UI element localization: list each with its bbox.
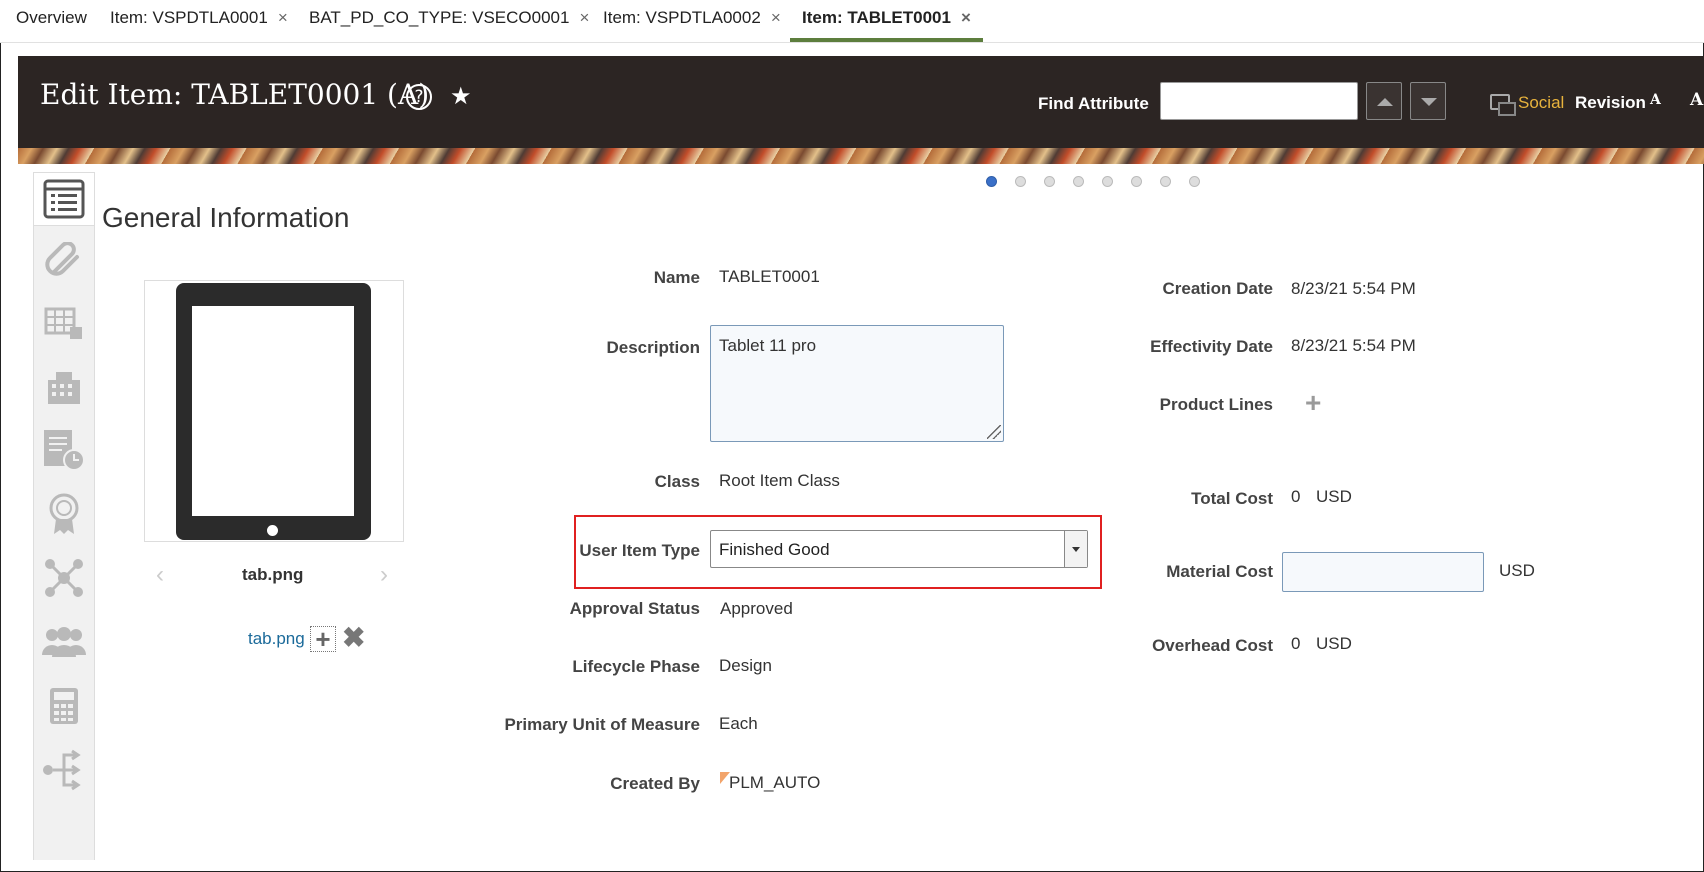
effectivity-date-label: Effectivity Date bbox=[1150, 337, 1273, 356]
total-cost-value: 0 bbox=[1291, 487, 1301, 506]
font-size-large-button[interactable]: A bbox=[1690, 90, 1703, 110]
uom-label: Primary Unit of Measure bbox=[504, 715, 700, 734]
user-item-type-value: Finished Good bbox=[719, 540, 830, 559]
close-icon[interactable]: × bbox=[579, 8, 589, 27]
structure-building-icon[interactable] bbox=[34, 362, 94, 414]
name-label: Name bbox=[653, 268, 700, 287]
lifecycle-phase-label: Lifecycle Phase bbox=[572, 657, 700, 676]
carousel-dot[interactable] bbox=[1015, 176, 1026, 187]
uom-value: Each bbox=[719, 714, 758, 733]
find-attribute-label: Find Attribute bbox=[1038, 94, 1149, 113]
user-item-type-select[interactable]: Finished Good bbox=[710, 530, 1088, 568]
help-icon[interactable]: ? bbox=[406, 84, 432, 110]
carousel-dot[interactable] bbox=[986, 176, 997, 187]
revision-button[interactable]: Revision bbox=[1575, 93, 1646, 113]
close-icon[interactable]: × bbox=[771, 8, 781, 27]
image-file-name: tab.png bbox=[242, 565, 304, 584]
tab-label: Overview bbox=[16, 8, 87, 27]
tab-label: BAT_PD_CO_TYPE: VSECO0001 bbox=[309, 8, 570, 27]
class-value: Root Item Class bbox=[719, 471, 840, 490]
tab-item-vspdtla0001[interactable]: Item: VSPDTLA0001 × bbox=[110, 0, 288, 40]
tab-overview[interactable]: Overview bbox=[16, 0, 87, 40]
chevron-right-icon[interactable]: › bbox=[380, 561, 388, 589]
item-image-frame bbox=[144, 280, 404, 542]
user-item-type-label: User Item Type bbox=[579, 541, 700, 560]
name-value: TABLET0001 bbox=[719, 267, 820, 286]
tab-label: Item: VSPDTLA0002 bbox=[603, 8, 761, 27]
carousel-dot[interactable] bbox=[1073, 176, 1084, 187]
find-next-button[interactable] bbox=[1410, 82, 1446, 120]
font-size-small-button[interactable]: A bbox=[1650, 92, 1661, 108]
total-cost-currency: USD bbox=[1316, 487, 1352, 506]
close-icon[interactable]: × bbox=[961, 8, 971, 27]
general-information-icon[interactable] bbox=[34, 172, 94, 226]
arrow-down-icon bbox=[1421, 98, 1437, 106]
total-cost-label: Total Cost bbox=[1191, 489, 1273, 508]
approval-status-label: Approval Status bbox=[569, 599, 700, 618]
quality-badge-icon[interactable] bbox=[34, 488, 94, 540]
image-file-link[interactable]: tab.png bbox=[248, 629, 305, 649]
created-by-label: Created By bbox=[610, 774, 700, 793]
creation-date-label: Creation Date bbox=[1162, 279, 1273, 298]
section-sidebar bbox=[33, 172, 95, 860]
carousel-dot[interactable] bbox=[1044, 176, 1055, 187]
close-icon[interactable]: × bbox=[278, 8, 288, 27]
description-textarea[interactable]: Tablet 11 pro bbox=[710, 325, 1004, 442]
page-header: Edit Item: TABLET0001 (A) ? ★ Find Attri… bbox=[18, 56, 1704, 148]
product-lines-label: Product Lines bbox=[1159, 395, 1273, 414]
carousel-dot[interactable] bbox=[1189, 176, 1200, 187]
description-label: Description bbox=[606, 338, 700, 357]
class-label: Class bbox=[654, 472, 700, 491]
tab-item-vspdtla0002[interactable]: Item: VSPDTLA0002 × bbox=[603, 0, 781, 40]
delete-image-icon[interactable]: ✖ bbox=[342, 624, 365, 652]
find-previous-button[interactable] bbox=[1366, 82, 1402, 120]
carousel-dot[interactable] bbox=[1160, 176, 1171, 187]
tab-item-tablet0001[interactable]: Item: TABLET0001 × bbox=[790, 0, 983, 42]
tab-label: Item: TABLET0001 bbox=[802, 8, 951, 27]
team-people-icon[interactable] bbox=[34, 616, 94, 668]
material-cost-currency: USD bbox=[1499, 561, 1535, 580]
overhead-cost-currency: USD bbox=[1316, 634, 1352, 653]
find-attribute-input[interactable] bbox=[1160, 82, 1358, 120]
favorite-star-icon[interactable]: ★ bbox=[450, 82, 472, 111]
attachment-paperclip-icon[interactable] bbox=[34, 236, 94, 288]
approval-status-value: Approved bbox=[720, 599, 793, 618]
created-by-value[interactable]: PLM_AUTO bbox=[729, 773, 820, 793]
add-image-icon[interactable]: + bbox=[310, 626, 336, 652]
dropdown-arrow-icon[interactable] bbox=[1064, 531, 1087, 567]
chevron-left-icon[interactable]: ‹ bbox=[156, 561, 164, 589]
carousel-dot[interactable] bbox=[1131, 176, 1142, 187]
effectivity-date-value: 8/23/21 5:54 PM bbox=[1291, 336, 1416, 355]
tab-bat-pd-co-type[interactable]: BAT_PD_CO_TYPE: VSECO0001 × bbox=[309, 0, 589, 40]
relationships-network-icon[interactable] bbox=[34, 552, 94, 604]
material-cost-label: Material Cost bbox=[1166, 562, 1273, 581]
calculator-icon[interactable] bbox=[34, 680, 94, 732]
carousel-dot[interactable] bbox=[1102, 176, 1113, 187]
tab-bar: Overview Item: VSPDTLA0001 × BAT_PD_CO_TY… bbox=[0, 0, 1704, 43]
decorative-banner bbox=[18, 148, 1704, 164]
history-document-clock-icon[interactable] bbox=[34, 424, 94, 476]
specifications-grid-icon[interactable] bbox=[34, 298, 94, 350]
add-product-line-icon[interactable]: + bbox=[1305, 389, 1321, 417]
resize-handle-icon[interactable] bbox=[987, 425, 1001, 439]
page-carousel-dots bbox=[986, 174, 1218, 187]
social-icon[interactable] bbox=[1490, 94, 1516, 116]
lifecycle-phase-value: Design bbox=[719, 656, 772, 675]
overhead-cost-label: Overhead Cost bbox=[1152, 636, 1273, 655]
arrow-up-icon bbox=[1377, 98, 1393, 106]
description-value: Tablet 11 pro bbox=[719, 336, 817, 355]
tab-label: Item: VSPDTLA0001 bbox=[110, 8, 268, 27]
tablet-image bbox=[176, 283, 371, 540]
overhead-cost-value: 0 bbox=[1291, 634, 1301, 653]
page-title: Edit Item: TABLET0001 (A) bbox=[40, 78, 430, 111]
workflow-branch-icon[interactable] bbox=[34, 744, 94, 796]
section-title: General Information bbox=[102, 202, 350, 233]
social-link[interactable]: Social bbox=[1518, 93, 1564, 113]
creation-date-value: 8/23/21 5:54 PM bbox=[1291, 279, 1416, 298]
material-cost-input[interactable] bbox=[1282, 552, 1484, 592]
